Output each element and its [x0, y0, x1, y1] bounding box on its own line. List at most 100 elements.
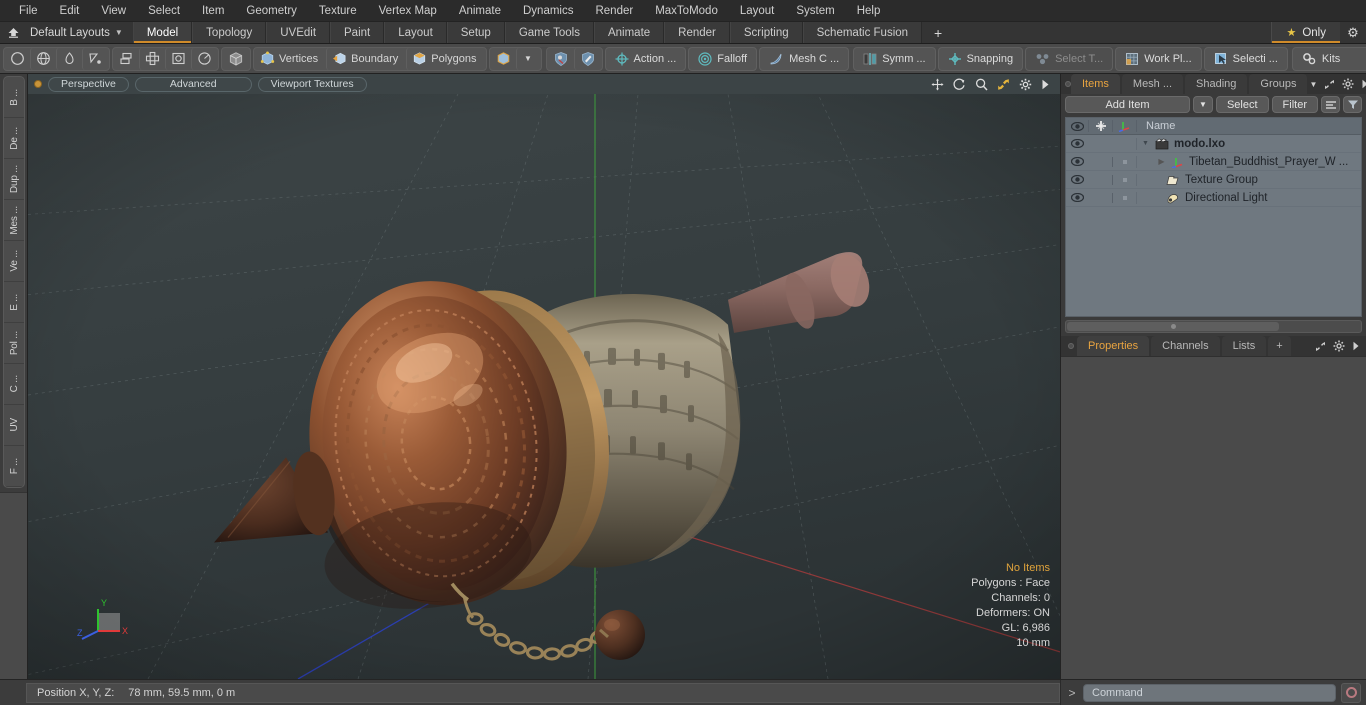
- chevron-down-icon[interactable]: ▼: [1309, 80, 1317, 89]
- menu-layout[interactable]: Layout: [729, 2, 786, 20]
- fit-icon[interactable]: [997, 78, 1010, 91]
- tree-item-scene[interactable]: ▼ modo.lxo: [1136, 137, 1361, 150]
- record-macro-button[interactable]: [1341, 682, 1361, 703]
- tab-paint[interactable]: Paint: [330, 22, 385, 43]
- mesh-constraint-button[interactable]: Mesh C ...: [759, 46, 850, 71]
- layout-selector[interactable]: Default Layouts ▼: [26, 22, 133, 43]
- tree-item-texture-group[interactable]: Texture Group: [1136, 173, 1361, 186]
- shield-paint-icon[interactable]: [573, 47, 601, 70]
- more-icon[interactable]: [1361, 79, 1366, 89]
- select-through-button[interactable]: Select T...: [1025, 46, 1114, 71]
- menu-animate[interactable]: Animate: [448, 2, 512, 20]
- list-view-icon[interactable]: [1321, 96, 1340, 113]
- gear-icon[interactable]: [1333, 340, 1345, 352]
- row-visibility-toggle[interactable]: [1066, 157, 1088, 166]
- table-row[interactable]: Texture Group: [1066, 171, 1361, 189]
- rail-tab-basic[interactable]: B ...: [3, 77, 24, 118]
- row-transform-cell[interactable]: [1112, 192, 1136, 203]
- work-plane-button[interactable]: Work Pl...: [1115, 46, 1202, 71]
- stack-icon[interactable]: [114, 48, 139, 70]
- radial-icon[interactable]: [191, 47, 217, 70]
- viewport-indicator-icon[interactable]: [34, 80, 42, 88]
- viewport-more-icon[interactable]: [1041, 79, 1050, 90]
- tab-add[interactable]: +: [1268, 336, 1291, 356]
- more-icon[interactable]: [1352, 341, 1360, 351]
- menu-file[interactable]: File: [8, 2, 49, 20]
- falloff-button[interactable]: Falloff: [688, 46, 758, 71]
- tab-schematic-fusion[interactable]: Schematic Fusion: [802, 22, 923, 43]
- symmetry-button[interactable]: Symm ...: [853, 46, 936, 71]
- action-center-button[interactable]: Action ...: [604, 46, 687, 71]
- menu-dynamics[interactable]: Dynamics: [512, 2, 584, 20]
- 3d-viewport[interactable]: Y X Z No Items Polygons : Face Channels:…: [28, 94, 1060, 679]
- bevel-icon[interactable]: [165, 47, 191, 70]
- item-mode-icon[interactable]: [491, 48, 516, 70]
- expand-icon[interactable]: [1324, 79, 1335, 90]
- add-tab-button[interactable]: +: [922, 22, 954, 43]
- pen-icon[interactable]: [56, 47, 82, 70]
- tab-model[interactable]: Model: [132, 22, 193, 43]
- gear-icon[interactable]: [1342, 78, 1354, 90]
- menu-item[interactable]: Item: [191, 2, 235, 20]
- row-visibility-toggle[interactable]: [1066, 193, 1088, 202]
- tree-item-mesh[interactable]: ▶ Tibetan_Buddhist_Prayer_W ...: [1136, 155, 1361, 168]
- viewport-projection-selector[interactable]: Perspective: [48, 76, 129, 92]
- tab-game-tools[interactable]: Game Tools: [504, 22, 594, 43]
- only-toggle-button[interactable]: ★ Only: [1271, 22, 1340, 43]
- tab-items[interactable]: Items: [1071, 74, 1120, 94]
- rail-tab-uv[interactable]: UV: [3, 405, 24, 446]
- table-row[interactable]: Directional Light: [1066, 189, 1361, 207]
- selection-mode-boundary[interactable]: Boundary: [326, 47, 406, 70]
- tab-groups[interactable]: Groups: [1249, 74, 1308, 94]
- viewport-shading-selector[interactable]: Advanced: [134, 76, 252, 92]
- menu-geometry[interactable]: Geometry: [235, 2, 308, 20]
- filter-button[interactable]: Filter: [1271, 96, 1318, 113]
- circle-icon[interactable]: [5, 48, 30, 70]
- rail-tab-mesh[interactable]: Mes ...: [3, 200, 24, 241]
- items-tree[interactable]: Name ▼ modo.lxo ▶ Tibetan_Buddhist_Praye…: [1065, 117, 1362, 317]
- expand-icon[interactable]: [1315, 341, 1326, 352]
- menu-render[interactable]: Render: [584, 2, 644, 20]
- tab-shading[interactable]: Shading: [1185, 74, 1248, 94]
- row-transform-cell[interactable]: [1112, 174, 1136, 185]
- menu-help[interactable]: Help: [846, 2, 892, 20]
- shield-select-icon[interactable]: [548, 48, 574, 70]
- tab-properties[interactable]: Properties: [1077, 336, 1150, 356]
- select-button[interactable]: Select: [1215, 96, 1269, 113]
- tab-setup[interactable]: Setup: [446, 22, 505, 43]
- add-item-button[interactable]: Add Item: [1065, 96, 1190, 113]
- table-row[interactable]: ▶ Tibetan_Buddhist_Prayer_W ...: [1066, 153, 1361, 171]
- tab-mesh-ops[interactable]: Mesh ...: [1121, 74, 1184, 94]
- globe-icon[interactable]: [30, 47, 56, 70]
- zoom-icon[interactable]: [975, 78, 988, 91]
- funnel-icon[interactable]: [1343, 96, 1362, 113]
- menu-system[interactable]: System: [785, 2, 845, 20]
- twisty-icon[interactable]: ▶: [1157, 157, 1166, 166]
- menu-edit[interactable]: Edit: [49, 2, 91, 20]
- tab-animate[interactable]: Animate: [593, 22, 665, 43]
- viewport-settings-icon[interactable]: [1019, 78, 1032, 91]
- tab-layout[interactable]: Layout: [384, 22, 447, 43]
- table-row[interactable]: ▼ modo.lxo: [1066, 135, 1361, 153]
- viewport-textures-selector[interactable]: Viewport Textures: [257, 76, 367, 92]
- items-tree-hscrollbar[interactable]: [1065, 320, 1362, 333]
- selection-mode-polygons[interactable]: Polygons: [406, 47, 484, 70]
- tree-item-directional-light[interactable]: Directional Light: [1136, 191, 1361, 204]
- twisty-icon[interactable]: ▼: [1141, 140, 1150, 147]
- scrollbar-thumb[interactable]: [1067, 322, 1280, 331]
- command-input[interactable]: Command: [1083, 683, 1336, 702]
- rail-tab-edge[interactable]: E ...: [3, 282, 24, 323]
- properties-menu-dot[interactable]: [1065, 336, 1077, 356]
- row-transform-cell[interactable]: [1112, 156, 1136, 167]
- curve-icon[interactable]: [82, 47, 108, 70]
- rail-tab-curve[interactable]: C ...: [3, 364, 24, 405]
- tab-render[interactable]: Render: [664, 22, 730, 43]
- rail-tab-duplicate[interactable]: Dup ...: [3, 159, 24, 200]
- menu-select[interactable]: Select: [137, 2, 191, 20]
- selection-mode-vertices[interactable]: Vertices: [255, 48, 326, 70]
- row-visibility-toggle[interactable]: [1066, 175, 1088, 184]
- gear-icon[interactable]: ⚙: [1340, 22, 1366, 43]
- row-visibility-toggle[interactable]: [1066, 139, 1088, 148]
- tab-channels[interactable]: Channels: [1151, 336, 1220, 356]
- kits-button[interactable]: Kits: [1291, 46, 1366, 71]
